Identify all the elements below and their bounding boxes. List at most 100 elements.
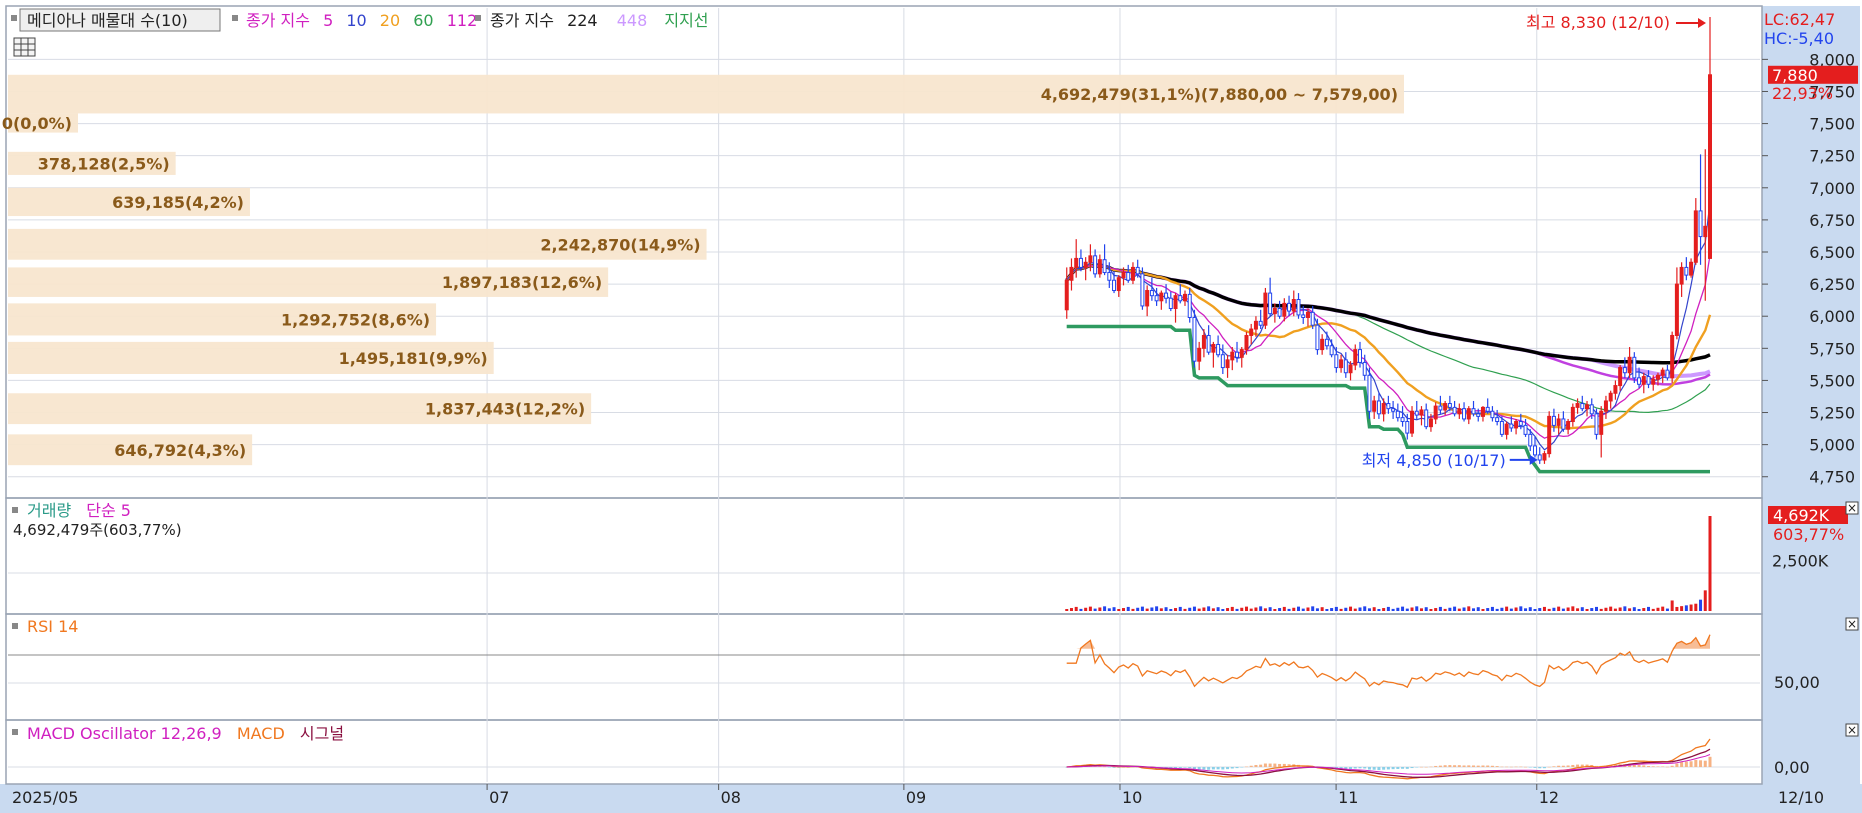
candle-body	[1367, 374, 1372, 412]
macd-osc-bar	[1533, 767, 1537, 768]
volume-bar	[1282, 606, 1286, 611]
macd-osc-bar	[1694, 759, 1698, 767]
close-icon[interactable]: ×	[1847, 617, 1857, 631]
candle-body	[1154, 295, 1159, 302]
volume-bar	[1259, 606, 1263, 611]
volume-bar	[1117, 609, 1121, 611]
legend-marker	[12, 507, 18, 513]
volume-bar	[1419, 608, 1423, 611]
candle-body	[1324, 338, 1329, 347]
macd-osc-bar	[1207, 767, 1211, 770]
volume-bar	[1263, 608, 1267, 611]
candle-body	[1253, 320, 1258, 330]
volume-bar	[1415, 606, 1419, 611]
ma-legend-5: 5	[323, 11, 333, 30]
candle-body	[1523, 424, 1528, 435]
volume-bar	[1093, 608, 1097, 611]
stock-chart[interactable]: 4,692,479(31,1%)(7,880,00 ~ 7,579,00) 0(0…	[0, 0, 1862, 813]
volume-current-pct: 603,77%	[1773, 525, 1844, 544]
volume-bar	[1069, 608, 1073, 611]
macd-osc-bar	[1661, 766, 1665, 767]
macd-osc-bar	[1424, 766, 1428, 768]
candle-body	[1495, 417, 1500, 423]
volume-bar	[1169, 609, 1173, 611]
candle-body	[1641, 376, 1646, 385]
candle-body	[1518, 421, 1523, 426]
volume-bar	[1292, 607, 1296, 611]
candle-body	[1613, 385, 1618, 394]
volume-bar	[1386, 606, 1390, 611]
candle-body	[1561, 418, 1566, 430]
volume-profile-label: 2,242,870(14,9%)	[540, 235, 700, 254]
volume-profile-label: 1,495,181(9,9%)	[339, 349, 488, 368]
candle-body	[1419, 409, 1424, 416]
macd-osc-bar	[1670, 765, 1674, 767]
macd-osc-bar	[1576, 764, 1580, 767]
volume-bar	[1377, 609, 1381, 611]
candle-body	[1362, 361, 1367, 376]
candle-body	[1164, 292, 1169, 299]
candle-body	[1211, 343, 1216, 353]
rsi-legend[interactable]: RSI 14	[27, 617, 78, 636]
volume-bar	[1079, 608, 1083, 611]
volume-axis-tick: 2,500K	[1772, 551, 1829, 570]
candle-body	[1140, 273, 1145, 307]
candle-body	[1433, 405, 1438, 420]
candle-body	[1466, 408, 1471, 420]
volume-bar	[1524, 608, 1528, 611]
volume-bar	[1623, 606, 1627, 611]
volume-bar	[1197, 608, 1201, 611]
volume-value: 4,692,479주(603,77%)	[13, 521, 182, 539]
close-icon[interactable]: ×	[1847, 501, 1857, 515]
volume-bar	[1448, 607, 1452, 611]
macd-osc-bar	[1178, 767, 1182, 768]
candle-body	[1178, 295, 1183, 302]
rsi-axis-tick: 50,00	[1774, 673, 1820, 692]
candle-body	[1462, 408, 1467, 420]
candle-body	[1149, 290, 1154, 297]
volume-bar	[1656, 607, 1660, 611]
candle-body	[1622, 367, 1627, 374]
macd-osc-bar	[1651, 766, 1655, 767]
price-tick-label: 7,500	[1809, 115, 1855, 134]
candle-body	[1405, 421, 1410, 434]
volume-bar	[1107, 608, 1111, 611]
volume-bar	[1306, 607, 1310, 611]
volume-bar	[1438, 606, 1442, 611]
candle-body	[1173, 295, 1178, 310]
candle-body	[1329, 345, 1334, 356]
macd-osc-bar	[1665, 766, 1669, 768]
candle-body	[1698, 210, 1703, 238]
macd-osc-bar	[1514, 766, 1518, 768]
ma-legend-2[interactable]: 종가 지수 224 448 지지선	[490, 11, 709, 30]
ma-legend-20: 20	[380, 11, 400, 30]
candle-body	[1537, 454, 1542, 461]
macd-osc-bar	[1689, 761, 1693, 767]
macd-osc-bar	[1429, 766, 1433, 768]
macd-osc-bar	[1249, 765, 1253, 767]
volume-bar	[1140, 606, 1144, 611]
close-icon[interactable]: ×	[1847, 723, 1857, 737]
candle-body	[1589, 404, 1594, 415]
macd-osc-bar	[1183, 767, 1187, 768]
volume-bar	[1571, 606, 1575, 611]
volume-bar	[1647, 606, 1651, 611]
macd-osc-bar	[1680, 762, 1684, 767]
table-icon[interactable]	[13, 37, 36, 57]
macd-osc-bar	[1561, 765, 1565, 767]
volume-bar	[1339, 608, 1343, 611]
volume-bar	[1126, 606, 1130, 611]
volume-bar	[1604, 607, 1608, 611]
candle-body	[1476, 413, 1481, 417]
candle-body	[1391, 408, 1396, 412]
volume-bar	[1202, 607, 1206, 611]
vp-legend-label[interactable]: 메디아나 매물대 수(10)	[27, 11, 188, 30]
volume-legend-title: 거래량	[27, 501, 71, 520]
macd-osc-bar	[1528, 767, 1532, 768]
candle-body	[1097, 259, 1102, 275]
candle-body	[1291, 299, 1296, 312]
macd-osc-bar	[1273, 763, 1277, 767]
price-tick-label: 7,000	[1809, 179, 1855, 198]
volume-bar	[1481, 609, 1485, 611]
macd-osc-bar	[1396, 767, 1400, 769]
